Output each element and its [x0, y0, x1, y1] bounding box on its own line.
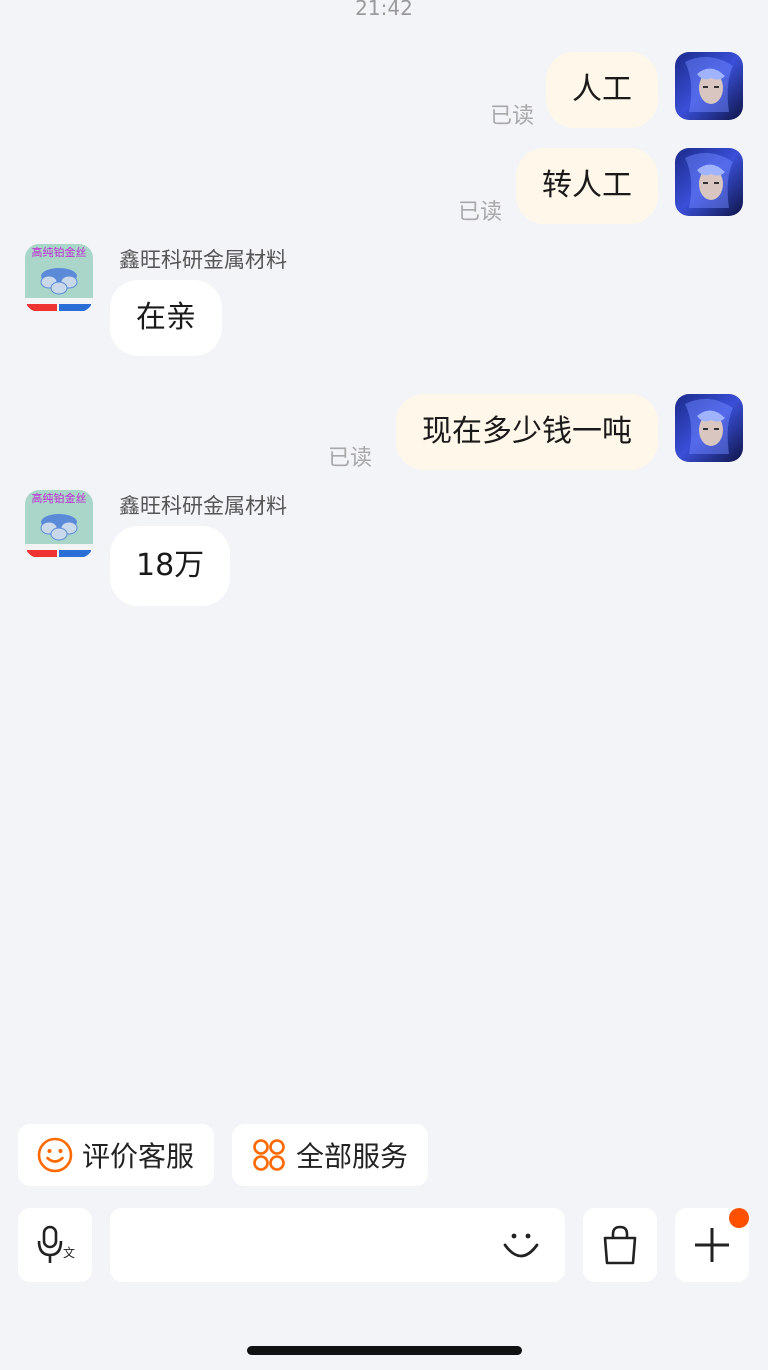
- shopping-bag-icon: [603, 1225, 637, 1265]
- all-services-label: 全部服务: [296, 1140, 409, 1173]
- status-time: 21:42: [355, 0, 413, 20]
- read-status: 已读: [489, 104, 534, 129]
- user-avatar[interactable]: [675, 394, 743, 462]
- shop-avatar[interactable]: 高纯铂金丝: [25, 244, 93, 312]
- all-services-button[interactable]: 全部服务: [232, 1124, 428, 1186]
- message-row: 已读 人工: [0, 50, 768, 130]
- svg-text:文: 文: [63, 1245, 75, 1260]
- sender-name: 鑫旺科研金属材料: [119, 248, 287, 272]
- message-row: 高纯铂金丝 鑫旺科研金属材料 在亲: [0, 244, 768, 364]
- shop-avatar-text: 高纯铂金丝: [32, 245, 87, 259]
- home-indicator: [247, 1346, 522, 1355]
- emoji-button[interactable]: [501, 1225, 541, 1265]
- message-bubble-incoming[interactable]: 在亲: [110, 280, 222, 356]
- mic-translate-icon: 文: [37, 1225, 75, 1263]
- shop-avatar-text: 高纯铂金丝: [32, 491, 87, 505]
- plus-icon: [695, 1228, 729, 1262]
- message-row: 高纯铂金丝 鑫旺科研金属材料 18万: [0, 490, 768, 610]
- rate-service-button[interactable]: 评价客服: [18, 1124, 214, 1186]
- grid-circles-icon: [253, 1139, 285, 1171]
- user-avatar[interactable]: [675, 52, 743, 120]
- sender-name: 鑫旺科研金属材料: [119, 494, 287, 518]
- notification-badge: [729, 1208, 749, 1228]
- read-status: 已读: [457, 200, 502, 225]
- read-status: 已读: [327, 446, 372, 471]
- message-bubble-outgoing[interactable]: 人工: [546, 52, 658, 128]
- message-bubble-outgoing[interactable]: 现在多少钱一吨: [396, 394, 658, 470]
- message-row: 已读 转人工: [0, 146, 768, 226]
- voice-input-button[interactable]: 文: [18, 1208, 92, 1282]
- message-bubble-incoming[interactable]: 18万: [110, 526, 231, 606]
- message-bubble-outgoing[interactable]: 转人工: [516, 148, 658, 224]
- user-avatar[interactable]: [675, 148, 743, 216]
- shopping-bag-button[interactable]: [583, 1208, 657, 1282]
- rate-service-label: 评价客服: [82, 1140, 195, 1173]
- shop-avatar[interactable]: 高纯铂金丝: [25, 490, 93, 558]
- smiley-icon: [37, 1137, 73, 1173]
- message-row: 已读 现在多少钱一吨: [0, 392, 768, 472]
- message-input[interactable]: [110, 1208, 565, 1282]
